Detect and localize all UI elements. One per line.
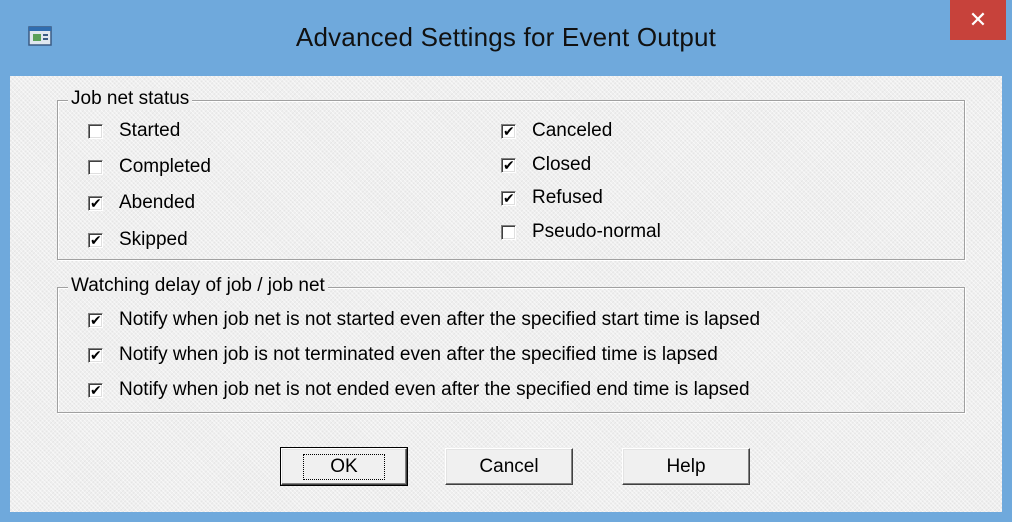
check-icon: ✔ xyxy=(503,190,515,207)
checkbox-abended[interactable]: ✔ Abended xyxy=(88,192,195,214)
checkbox-label: Completed xyxy=(119,156,211,177)
watching-delay-title: Watching delay of job / job net xyxy=(68,275,328,297)
watching-delay-group: Watching delay of job / job net ✔ Notify… xyxy=(57,275,965,413)
checkbox-box[interactable]: ✔ xyxy=(501,123,516,140)
checkbox-label: Notify when job net is not ended even af… xyxy=(119,379,750,400)
checkbox-box[interactable]: ✔ xyxy=(88,382,103,399)
checkbox-closed[interactable]: ✔ Closed xyxy=(501,154,591,176)
checkbox-label: Refused xyxy=(532,187,603,208)
checkbox-box[interactable]: ✔ xyxy=(88,232,103,249)
check-icon: ✔ xyxy=(503,157,515,174)
job-net-status-group: Job net status Started Completed ✔ Abend… xyxy=(57,88,965,260)
checkbox-box[interactable] xyxy=(88,159,103,175)
checkbox-started[interactable]: Started xyxy=(88,120,180,142)
checkbox-box[interactable]: ✔ xyxy=(501,190,516,207)
checkbox-box[interactable]: ✔ xyxy=(501,157,516,174)
checkbox-notify-not-ended[interactable]: ✔ Notify when job net is not ended even … xyxy=(88,379,750,401)
checkbox-label: Closed xyxy=(532,154,592,175)
checkbox-box[interactable] xyxy=(88,123,103,139)
dialog-window: Advanced Settings for Event Output ✕ Job… xyxy=(0,0,1012,522)
checkbox-skipped[interactable]: ✔ Skipped xyxy=(88,229,188,251)
checkbox-label: Canceled xyxy=(532,120,613,141)
check-icon: ✔ xyxy=(90,232,102,249)
cancel-button-label: Cancel xyxy=(479,455,539,477)
ok-button-label: OK xyxy=(303,453,385,480)
help-button-label: Help xyxy=(666,455,706,477)
job-net-status-title: Job net status xyxy=(68,88,193,110)
checkbox-pseudo-normal[interactable]: Pseudo-normal xyxy=(501,221,661,243)
checkbox-label: Started xyxy=(119,120,181,141)
checkbox-box[interactable]: ✔ xyxy=(88,312,103,329)
check-icon: ✔ xyxy=(90,382,102,399)
checkbox-completed[interactable]: Completed xyxy=(88,156,211,178)
checkbox-box[interactable]: ✔ xyxy=(88,347,103,364)
checkbox-label: Notify when job is not terminated even a… xyxy=(119,344,718,365)
checkbox-notify-not-started[interactable]: ✔ Notify when job net is not started eve… xyxy=(88,309,760,331)
check-icon: ✔ xyxy=(90,195,102,212)
check-icon: ✔ xyxy=(90,312,102,329)
checkbox-label: Pseudo-normal xyxy=(532,221,661,242)
window-title: Advanced Settings for Event Output xyxy=(295,22,717,52)
title-bar[interactable]: Advanced Settings for Event Output ✕ xyxy=(0,0,1012,76)
close-button[interactable]: ✕ xyxy=(950,0,1006,40)
dialog-client-area: Job net status Started Completed ✔ Abend… xyxy=(10,76,1002,512)
cancel-button[interactable]: Cancel xyxy=(445,448,573,485)
checkbox-box[interactable]: ✔ xyxy=(88,195,103,212)
close-icon: ✕ xyxy=(968,7,988,33)
checkbox-refused[interactable]: ✔ Refused xyxy=(501,187,603,209)
check-icon: ✔ xyxy=(90,347,102,364)
checkbox-label: Notify when job net is not started even … xyxy=(119,309,761,330)
check-icon: ✔ xyxy=(503,123,515,140)
help-button[interactable]: Help xyxy=(622,448,750,485)
checkbox-canceled[interactable]: ✔ Canceled xyxy=(501,120,612,142)
checkbox-notify-not-terminated[interactable]: ✔ Notify when job is not terminated even… xyxy=(88,344,718,366)
ok-button[interactable]: OK xyxy=(280,447,408,486)
checkbox-box[interactable] xyxy=(501,224,516,240)
checkbox-label: Abended xyxy=(119,192,196,213)
checkbox-label: Skipped xyxy=(119,229,188,250)
